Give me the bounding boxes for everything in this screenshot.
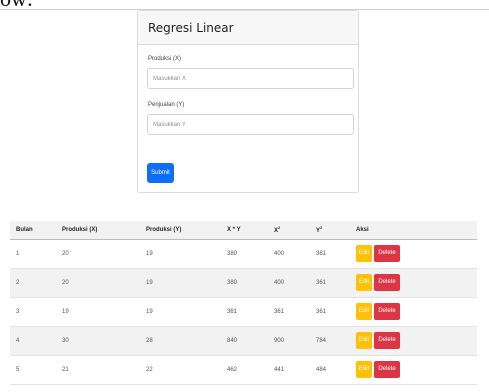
col-xy-header: X * Y	[221, 221, 268, 240]
edit-button[interactable]: Edit	[356, 332, 372, 349]
cell-aksi: Edit Delete	[350, 239, 477, 268]
cell-aksi: Edit Delete	[350, 355, 477, 384]
cell-x2: 400	[274, 250, 285, 257]
col-x-header: Produksi (X)	[56, 221, 140, 240]
cell-x: 20	[62, 279, 69, 286]
cell-aksi: Edit Delete	[350, 326, 477, 355]
cell-x: 21	[62, 366, 69, 373]
cell-y2: 361	[316, 279, 327, 286]
cell-bulan: 1	[16, 250, 20, 257]
page-text-fragment: ow:	[0, 0, 33, 12]
edit-button[interactable]: Edit	[356, 245, 372, 262]
table-row: 3 19 19 361 361 361 Edit Delete	[10, 297, 477, 326]
col-y-header: Produksi (Y)	[140, 221, 221, 240]
table-header-row: Bulan Produksi (X) Produksi (Y) X * Y X2…	[10, 221, 477, 240]
cell-x: 19	[62, 308, 69, 315]
edit-button[interactable]: Edit	[356, 274, 372, 291]
cell-y2: 784	[316, 337, 327, 344]
cell-y2: 361	[316, 250, 327, 257]
y-input[interactable]	[147, 114, 354, 135]
x-input[interactable]	[147, 68, 354, 89]
cell-xy: 840	[227, 337, 238, 344]
y2-sup: 2	[320, 225, 323, 231]
table-row: 2 20 19 380 400 361 Edit Delete	[10, 268, 477, 297]
cell-bulan: 4	[16, 337, 20, 344]
cell-xy: 462	[227, 366, 238, 373]
regression-form-card: Regresi Linear Produksi (X) Penjualan (Y…	[137, 10, 359, 193]
col-aksi-header: Aksi	[350, 221, 477, 240]
form-title: Regresi Linear	[138, 11, 358, 45]
cell-x: 30	[62, 337, 69, 344]
cell-bulan: 2	[16, 279, 20, 286]
cell-y: 19	[146, 308, 153, 315]
col-bulan-header: Bulan	[10, 221, 56, 240]
table-row: 1 20 19 380 400 361 Edit Delete	[10, 239, 477, 268]
delete-button[interactable]: Delete	[374, 274, 400, 291]
cell-y2: 484	[316, 366, 327, 373]
cell-xy: 380	[227, 279, 238, 286]
cell-x2: 361	[274, 308, 285, 315]
cell-y: 22	[146, 366, 153, 373]
submit-button[interactable]: Submit	[147, 163, 174, 183]
cell-bulan: 3	[16, 308, 20, 315]
cell-x2: 900	[274, 337, 285, 344]
cell-x2: 400	[274, 279, 285, 286]
cell-y: 19	[146, 250, 153, 257]
edit-button[interactable]: Edit	[356, 303, 372, 320]
delete-button[interactable]: Delete	[374, 332, 400, 349]
cell-bulan: 5	[16, 366, 20, 373]
cell-y2: 361	[316, 308, 327, 315]
cell-aksi: Edit Delete	[350, 297, 477, 326]
col-x2-header: X2	[268, 221, 310, 240]
cell-y: 28	[146, 337, 153, 344]
cell-y: 19	[146, 279, 153, 286]
x2-sup: 2	[278, 225, 281, 231]
y-field-label: Penjualan (Y)	[148, 102, 185, 108]
table-row: 4 30 28 840 900 784 Edit Delete	[10, 326, 477, 355]
cell-xy: 380	[227, 250, 238, 257]
cell-aksi: Edit Delete	[350, 268, 477, 297]
delete-button[interactable]: Delete	[374, 361, 400, 378]
regression-table: Bulan Produksi (X) Produksi (Y) X * Y X2…	[10, 221, 477, 385]
delete-button[interactable]: Delete	[374, 303, 400, 320]
cell-x2: 441	[274, 366, 285, 373]
table-row: 5 21 22 462 441 484 Edit Delete	[10, 355, 477, 384]
x-field-label: Produksi (X)	[148, 56, 182, 62]
edit-button[interactable]: Edit	[356, 361, 372, 378]
delete-button[interactable]: Delete	[374, 245, 400, 262]
cell-x: 20	[62, 250, 69, 257]
cell-xy: 361	[227, 308, 238, 315]
col-y2-header: Y2	[310, 221, 350, 240]
